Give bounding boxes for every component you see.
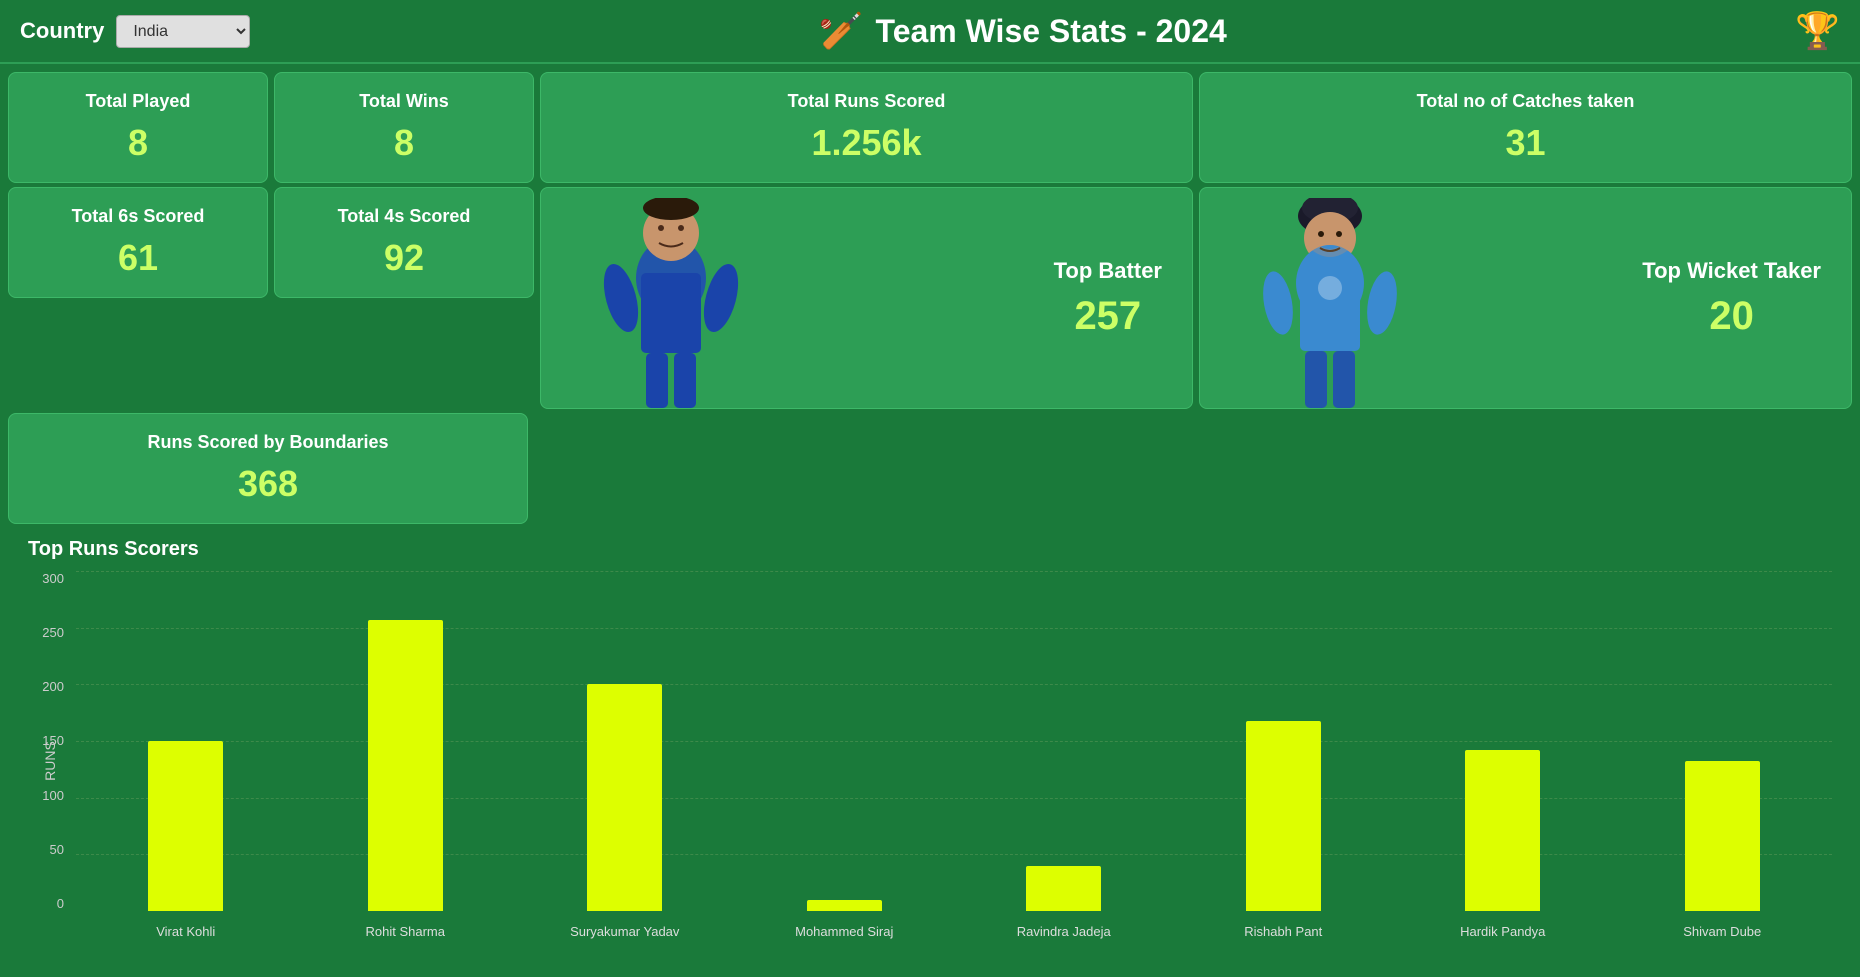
bar-group-pant (1174, 571, 1394, 911)
x-labels: Virat Kohli Rohit Sharma Suryakumar Yada… (76, 911, 1832, 951)
total-wins-card: Total Wins 8 (274, 72, 534, 183)
top-wicket-value: 20 (1642, 294, 1821, 339)
batter-silhouette (591, 198, 751, 408)
total-sixes-card: Total 6s Scored 61 (8, 187, 268, 298)
total-fours-card: Total 4s Scored 92 (274, 187, 534, 298)
bar-jadeja (1026, 866, 1101, 911)
bar-pant (1246, 721, 1321, 911)
top-wicket-image (1230, 188, 1430, 408)
total-catches-value: 31 (1218, 122, 1833, 164)
y-label-50: 50 (50, 842, 64, 857)
total-played-label: Total Played (27, 91, 249, 112)
x-label-siraj: Mohammed Siraj (735, 924, 955, 939)
x-label-pandya: Hardik Pandya (1393, 924, 1613, 939)
bars-area (76, 571, 1832, 911)
y-axis-title: RUNS (42, 741, 58, 781)
bar-siraj (807, 900, 882, 911)
bar-group-rohit (296, 571, 516, 911)
top-batter-info: Top Batter 257 (1054, 258, 1162, 339)
x-label-kohli: Virat Kohli (76, 924, 296, 939)
y-label-0: 0 (57, 896, 64, 911)
total-fours-value: 92 (293, 237, 515, 279)
bar-group-kohli (76, 571, 296, 911)
bar-group-pandya (1393, 571, 1613, 911)
total-sixes-label: Total 6s Scored (27, 206, 249, 227)
y-label-250: 250 (42, 625, 64, 640)
top-wicket-info: Top Wicket Taker 20 (1642, 258, 1821, 339)
bar-pandya (1465, 750, 1540, 911)
bar-dube (1685, 761, 1760, 911)
total-catches-label: Total no of Catches taken (1218, 91, 1833, 112)
x-label-surya: Suryakumar Yadav (515, 924, 735, 939)
x-label-jadeja: Ravindra Jadeja (954, 924, 1174, 939)
total-runs-value: 1.256k (559, 122, 1174, 164)
x-label-pant: Rishabh Pant (1174, 924, 1394, 939)
country-label: Country (20, 18, 104, 44)
header-left: Country IndiaAustraliaEnglandPakistanSou… (20, 15, 250, 48)
bar-group-jadeja (954, 571, 1174, 911)
y-label-200: 200 (42, 679, 64, 694)
page-title: 🏏 Team Wise Stats - 2024 (819, 10, 1227, 52)
top-wicket-card: Top Wicket Taker 20 (1199, 187, 1852, 409)
bar-group-surya (515, 571, 735, 911)
y-label-300: 300 (42, 571, 64, 586)
country-select[interactable]: IndiaAustraliaEnglandPakistanSouth Afric… (116, 15, 250, 48)
header: Country IndiaAustraliaEnglandPakistanSou… (0, 0, 1860, 64)
boundaries-card: Runs Scored by Boundaries 368 (8, 413, 528, 524)
total-played-value: 8 (27, 122, 249, 164)
bar-rohit (368, 620, 443, 911)
total-wins-label: Total Wins (293, 91, 515, 112)
top-batter-image (571, 188, 771, 408)
total-fours-label: Total 4s Scored (293, 206, 515, 227)
y-label-100: 100 (42, 788, 64, 803)
bar-group-siraj (735, 571, 955, 911)
trophy-icon: 🏆 (1795, 10, 1840, 52)
x-label-dube: Shivam Dube (1613, 924, 1833, 939)
total-sixes-value: 61 (27, 237, 249, 279)
total-wins-value: 8 (293, 122, 515, 164)
cricket-icon: 🏏 (819, 10, 864, 52)
top-batter-value: 257 (1054, 294, 1162, 339)
top-batter-label: Top Batter (1054, 258, 1162, 284)
bar-surya (587, 684, 662, 911)
bar-group-dube (1613, 571, 1833, 911)
total-catches-card: Total no of Catches taken 31 (1199, 72, 1852, 183)
total-runs-label: Total Runs Scored (559, 91, 1174, 112)
chart-title: Top Runs Scorers (28, 538, 1832, 561)
boundaries-value: 368 (27, 463, 509, 505)
chart-section: Top Runs Scorers 300 250 200 150 100 50 … (8, 530, 1852, 971)
chart-container: 300 250 200 150 100 50 0 RUNS (28, 571, 1832, 951)
bar-kohli (148, 741, 223, 911)
top-wicket-label: Top Wicket Taker (1642, 258, 1821, 284)
wicket-taker-silhouette (1250, 198, 1410, 408)
boundaries-label: Runs Scored by Boundaries (27, 432, 509, 453)
total-runs-card: Total Runs Scored 1.256k (540, 72, 1193, 183)
x-label-rohit: Rohit Sharma (296, 924, 516, 939)
top-batter-card: Top Batter 257 (540, 187, 1193, 409)
total-played-card: Total Played 8 (8, 72, 268, 183)
